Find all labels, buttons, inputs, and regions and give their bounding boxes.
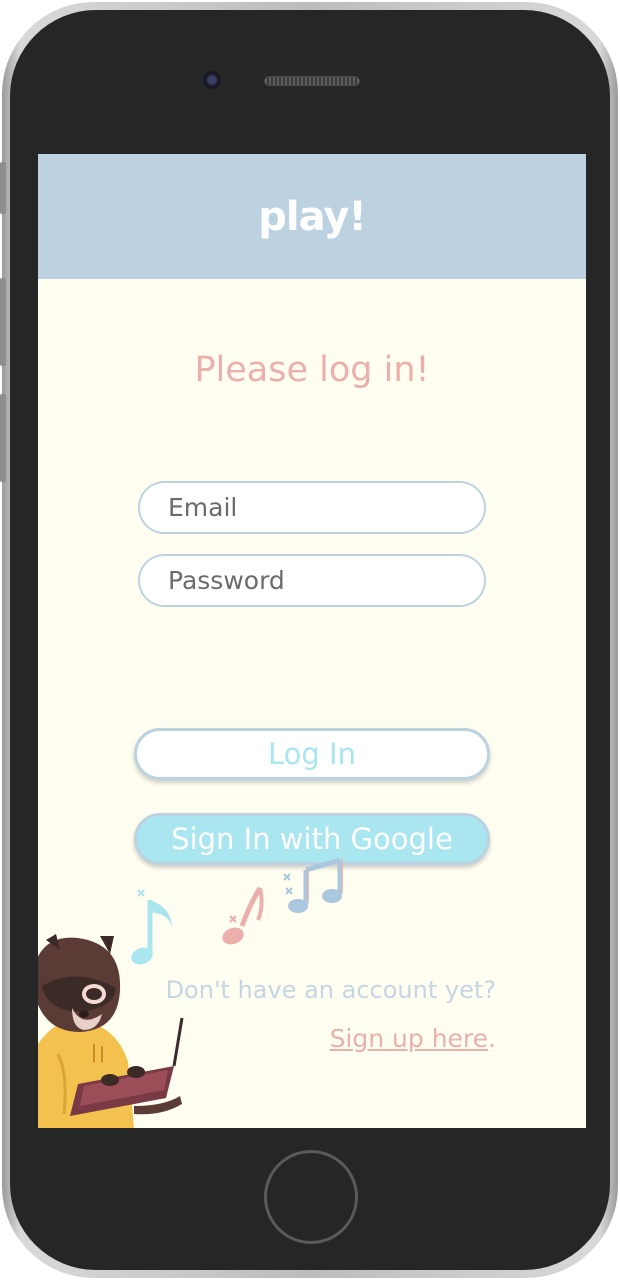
signup-link[interactable]: Sign up here [330,1024,488,1053]
volume-up-button [0,278,6,366]
mute-switch [0,162,6,214]
app-screen: play! Please log in! Log In Sign In with… [38,154,586,1128]
raccoon-illustration [38,934,184,1128]
earpiece-speaker [264,76,360,86]
signup-line: Sign up here. [238,1024,496,1053]
login-button[interactable]: Log In [134,728,490,780]
front-camera [203,71,221,89]
home-button[interactable] [264,1150,358,1244]
app-title: play! [258,193,366,240]
volume-down-button [0,394,6,482]
music-note-icon [283,857,343,913]
login-heading: Please log in! [194,350,430,390]
password-field[interactable] [138,554,486,607]
email-field[interactable] [138,481,486,534]
app-header: play! [38,154,586,279]
signup-suffix: . [488,1024,496,1053]
music-note-icon [222,886,264,945]
